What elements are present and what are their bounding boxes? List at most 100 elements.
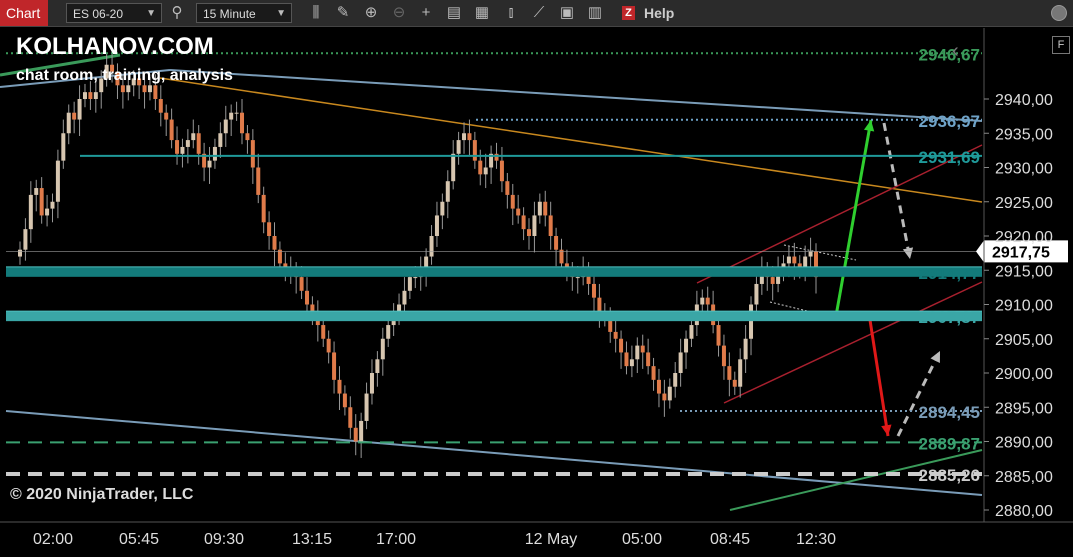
candle-body bbox=[721, 345, 726, 367]
candle-body bbox=[656, 379, 661, 394]
brand-title: KOLHANOV.COM bbox=[16, 33, 214, 60]
price-levels[interactable]: 2946,67 2936,97 2931,69 2914,77 2907,87 2894,… bbox=[6, 45, 1068, 485]
chart-tab[interactable]: Chart bbox=[0, 0, 48, 26]
candle-body bbox=[684, 338, 689, 353]
chart-trader-icon[interactable]: ▥ bbox=[586, 4, 604, 22]
search-icon[interactable]: ⚲ bbox=[168, 4, 186, 22]
instrument-selector[interactable]: ES 06-20 ▼ bbox=[66, 3, 162, 23]
price-tick-label: 2900,00 bbox=[995, 366, 1053, 383]
time-tick-label: 12 May bbox=[525, 531, 577, 548]
candle-body bbox=[34, 188, 39, 195]
candle-body bbox=[82, 92, 87, 99]
candle-body bbox=[743, 338, 748, 360]
templates-icon[interactable]: ▣ bbox=[558, 4, 576, 22]
candle-body bbox=[364, 393, 369, 421]
projection-arrow-up-head bbox=[930, 351, 940, 363]
level-label: 2889,87 bbox=[919, 434, 980, 453]
support-resistance-band bbox=[6, 266, 982, 277]
interval-value: 15 Minute bbox=[203, 7, 256, 21]
candle-body bbox=[212, 146, 217, 161]
candle-body bbox=[337, 379, 342, 394]
candle-body bbox=[61, 133, 66, 161]
candle-body bbox=[499, 160, 504, 182]
data-box-icon[interactable]: ▦ bbox=[473, 4, 491, 22]
candle-body bbox=[359, 420, 364, 442]
candle-body bbox=[272, 236, 277, 250]
support-resistance-band bbox=[6, 311, 982, 322]
indicators-icon[interactable]: ⫾ bbox=[502, 4, 520, 22]
candle-body bbox=[732, 379, 737, 387]
zoom-out-icon[interactable]: ⊖ bbox=[390, 4, 408, 22]
candle-body bbox=[245, 133, 250, 141]
candle-body bbox=[646, 352, 651, 367]
interval-selector[interactable]: 15 Minute ▼ bbox=[196, 3, 292, 23]
candle-body bbox=[527, 229, 532, 236]
candle-body bbox=[304, 290, 309, 305]
candle-body bbox=[72, 112, 77, 120]
candle-body bbox=[619, 338, 624, 353]
help-menu[interactable]: Help bbox=[644, 0, 674, 26]
candle-body bbox=[191, 133, 196, 141]
candle-body bbox=[28, 194, 33, 230]
time-axis[interactable]: 02:00 05:45 09:30 13:15 17:00 12 May 05:00 08:4… bbox=[0, 521, 1073, 548]
candle-body bbox=[240, 112, 245, 134]
level-label: 2885,26 bbox=[919, 466, 980, 485]
projection-arrow-up-shaft bbox=[896, 350, 942, 437]
candle-body bbox=[250, 140, 255, 168]
strategies-icon[interactable]: ⟋ bbox=[530, 4, 548, 22]
candle-body bbox=[505, 181, 510, 195]
candle-body bbox=[559, 249, 564, 264]
draw-pencil-icon[interactable]: ✎ bbox=[334, 4, 352, 22]
price-tick-label: 2885,00 bbox=[995, 469, 1053, 486]
price-tick-label: 2905,00 bbox=[995, 332, 1053, 349]
panel-f-button[interactable]: F bbox=[1052, 36, 1070, 54]
time-tick-label: 02:00 bbox=[33, 531, 73, 548]
level-label: 2936,97 bbox=[919, 112, 980, 131]
candle-body bbox=[667, 386, 672, 401]
candle-body bbox=[223, 119, 228, 134]
level-label: 2931,69 bbox=[919, 148, 980, 167]
price-axis[interactable]: 2940,00 2935,00 2930,00 2925,00 2920,00 2915,… bbox=[983, 28, 1053, 522]
price-tick-label: 2880,00 bbox=[995, 503, 1053, 520]
zoom-in-icon[interactable]: ⊕ bbox=[362, 4, 380, 22]
candle-body bbox=[407, 277, 412, 291]
price-tick-label: 2940,00 bbox=[995, 92, 1053, 109]
candle-body bbox=[543, 201, 548, 216]
candle-body bbox=[808, 251, 813, 257]
candle-body bbox=[792, 256, 797, 264]
chart-toolbar: Chart ES 06-20 ▼ ⚲ 15 Minute ▼ ⫼ ✎ ⊕ ⊖ +… bbox=[0, 0, 1073, 27]
candle-body bbox=[185, 140, 190, 147]
chevron-down-icon: ▼ bbox=[276, 8, 286, 19]
chevron-left-icon[interactable]: ‹ bbox=[952, 40, 959, 63]
candle-body bbox=[440, 201, 445, 216]
candle-body bbox=[397, 304, 402, 312]
candle-body bbox=[23, 229, 28, 250]
candle-body bbox=[164, 112, 169, 120]
candle-body bbox=[516, 208, 521, 216]
candle-body bbox=[673, 373, 678, 387]
candle-body bbox=[429, 236, 434, 257]
candle-body bbox=[332, 352, 337, 380]
projection-arrow-down-head bbox=[902, 247, 914, 259]
candle-body bbox=[434, 215, 439, 236]
candle-body bbox=[386, 325, 391, 339]
window-options-icon[interactable] bbox=[1051, 5, 1067, 21]
bar-type-icon[interactable]: ⫼ bbox=[307, 4, 325, 22]
z-order-icon[interactable]: Z bbox=[622, 6, 635, 20]
candle-body bbox=[375, 359, 380, 373]
price-tick-label: 2930,00 bbox=[995, 161, 1053, 178]
crosshair-icon[interactable]: + bbox=[417, 4, 435, 22]
candle-body bbox=[613, 331, 618, 339]
candle-body bbox=[207, 160, 212, 168]
price-chart[interactable]: 2946,67 2936,97 2931,69 2914,77 2907,87 2894,… bbox=[0, 27, 1073, 557]
candle-body bbox=[229, 112, 234, 120]
instrument-value: ES 06-20 bbox=[73, 7, 124, 21]
candle-body bbox=[462, 133, 467, 141]
candle-body bbox=[218, 133, 223, 147]
candle-body bbox=[310, 304, 315, 312]
last-price-label: 2917,75 bbox=[992, 244, 1050, 261]
candle-body bbox=[126, 85, 131, 93]
candle-body bbox=[369, 373, 374, 394]
properties-icon[interactable]: ▤ bbox=[445, 4, 463, 22]
candle-body bbox=[342, 393, 347, 408]
